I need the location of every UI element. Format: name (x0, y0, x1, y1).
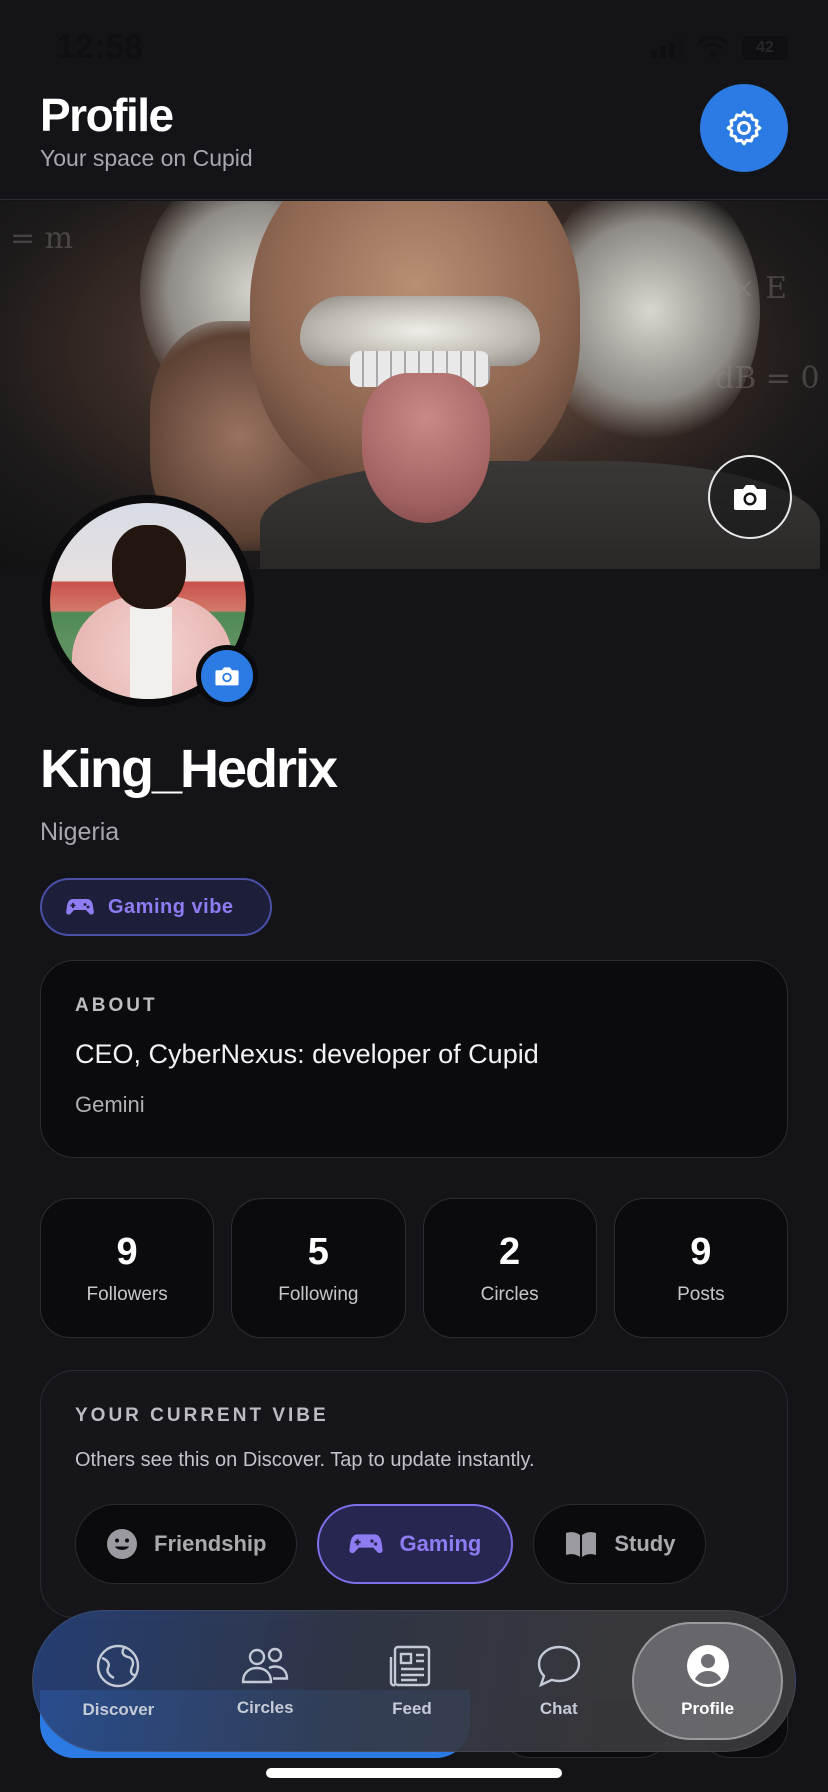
stat-following[interactable]: 5 Following (231, 1198, 406, 1338)
tab-label: Circles (236, 1698, 294, 1717)
vibe-options: Friendship Gaming Study (75, 1504, 707, 1584)
current-vibe-description: Others see this on Discover. Tap to upda… (75, 1449, 535, 1471)
tab-discover[interactable]: Discover (45, 1622, 192, 1740)
vibe-option-friendship[interactable]: Friendship (75, 1504, 298, 1584)
vibe-badge-label: Gaming vibe (108, 895, 234, 918)
smile-icon (107, 1529, 137, 1559)
tab-chat[interactable]: Chat (485, 1622, 632, 1740)
stat-value: 2 (499, 1230, 521, 1273)
page-subtitle: Your space on Cupid (40, 145, 253, 171)
stat-value: 9 (116, 1230, 138, 1273)
vibe-option-label: Study (614, 1531, 676, 1556)
stat-value: 5 (307, 1230, 329, 1273)
stat-label: Circles (480, 1283, 539, 1305)
gamepad-icon (66, 899, 94, 915)
tab-feed[interactable]: Feed (339, 1622, 486, 1740)
gamepad-icon (349, 1534, 384, 1554)
location: Nigeria (40, 818, 120, 846)
current-vibe-heading: YOUR CURRENT VIBE (75, 1405, 329, 1426)
tab-profile[interactable]: Profile (632, 1622, 783, 1740)
stat-label: Following (278, 1283, 359, 1305)
newspaper-icon (389, 1645, 431, 1687)
stat-value: 9 (690, 1230, 712, 1273)
people-icon (241, 1647, 289, 1684)
vibe-option-label: Friendship (154, 1531, 267, 1556)
page-header: Profile Your space on Cupid (0, 0, 828, 200)
stats-row: 9 Followers 5 Following 2 Circles 9 Post… (40, 1198, 788, 1338)
stat-label: Posts (677, 1283, 725, 1305)
camera-icon (215, 667, 239, 686)
settings-button[interactable] (700, 84, 788, 172)
page-title: Profile (40, 89, 174, 141)
vibe-badge: Gaming vibe (40, 878, 272, 936)
tab-label: Feed (392, 1699, 432, 1718)
vibe-option-label: Gaming (399, 1531, 482, 1556)
about-zodiac: Gemini (75, 1092, 145, 1117)
globe-icon (97, 1644, 140, 1688)
stat-posts[interactable]: 9 Posts (613, 1198, 788, 1338)
change-cover-button[interactable] (708, 455, 792, 539)
stat-followers[interactable]: 9 Followers (40, 1198, 215, 1338)
current-vibe-card: YOUR CURRENT VIBE Others see this on Dis… (40, 1370, 788, 1618)
stat-circles[interactable]: 2 Circles (422, 1198, 597, 1338)
home-indicator[interactable] (266, 1768, 562, 1778)
tab-label: Discover (82, 1700, 155, 1719)
tab-label: Chat (539, 1699, 578, 1718)
chat-bubble-icon (537, 1645, 580, 1688)
camera-icon (734, 485, 766, 510)
about-heading: ABOUT (75, 995, 158, 1016)
stat-label: Followers (86, 1283, 168, 1305)
gear-icon (726, 110, 762, 146)
user-circle-icon (686, 1645, 729, 1687)
about-bio: CEO, CyberNexus: developer of Cupid (75, 1039, 539, 1069)
tab-label: Profile (681, 1699, 735, 1718)
bottom-tab-bar: Discover Circles Feed Chat Profile (32, 1610, 796, 1752)
change-avatar-button[interactable] (196, 645, 258, 707)
vibe-option-gaming[interactable]: Gaming (317, 1504, 514, 1584)
tab-circles[interactable]: Circles (192, 1622, 339, 1740)
book-icon (566, 1532, 597, 1557)
vibe-option-study[interactable]: Study (533, 1504, 707, 1584)
username: King_Hedrix (40, 739, 338, 799)
about-card: ABOUT CEO, CyberNexus: developer of Cupi… (40, 960, 788, 1158)
